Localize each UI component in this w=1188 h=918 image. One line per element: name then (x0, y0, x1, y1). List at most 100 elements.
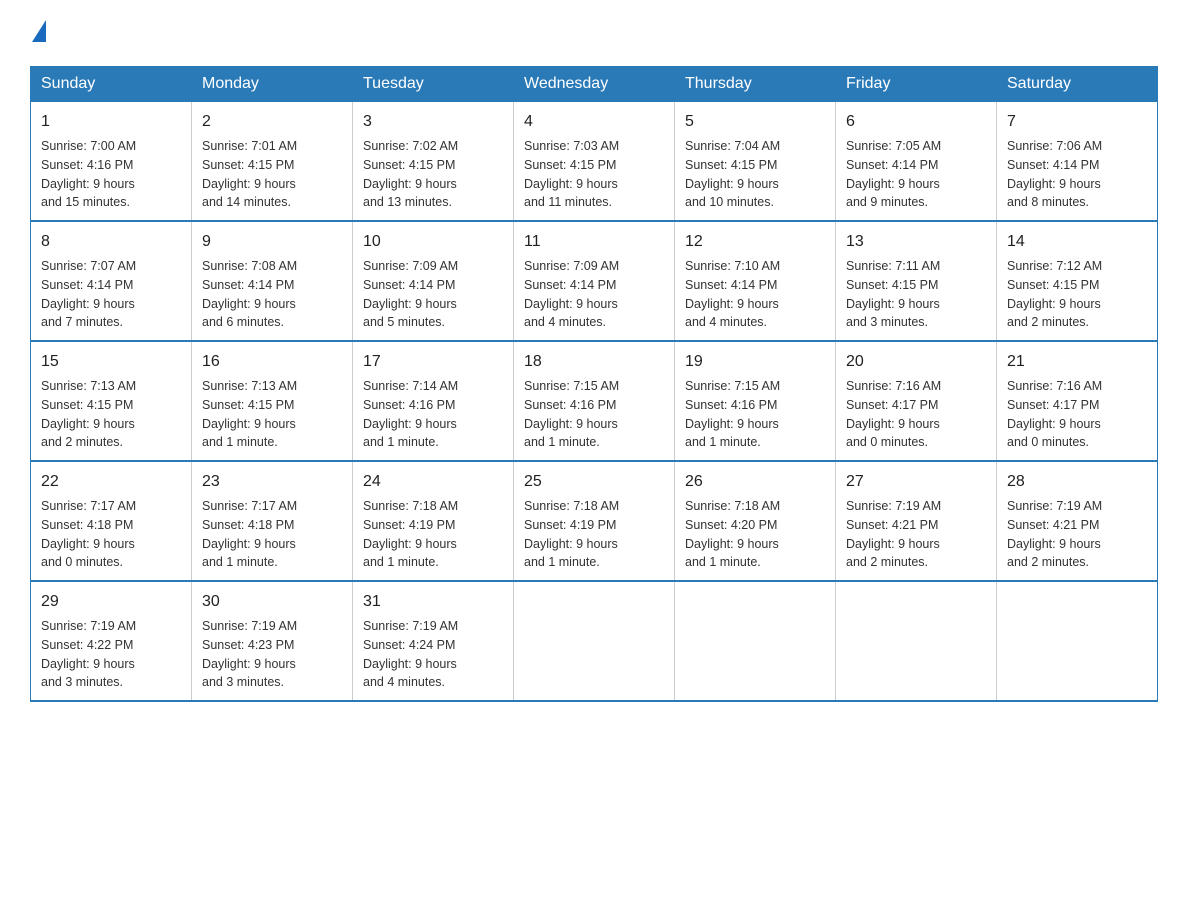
day-info: Sunrise: 7:18 AMSunset: 4:19 PMDaylight:… (363, 497, 503, 572)
header-day-wednesday: Wednesday (514, 67, 675, 102)
day-info: Sunrise: 7:18 AMSunset: 4:20 PMDaylight:… (685, 497, 825, 572)
calendar-cell: 19 Sunrise: 7:15 AMSunset: 4:16 PMDayligh… (675, 341, 836, 461)
day-number: 19 (685, 350, 825, 374)
calendar-cell: 11 Sunrise: 7:09 AMSunset: 4:14 PMDayligh… (514, 221, 675, 341)
calendar-cell: 10 Sunrise: 7:09 AMSunset: 4:14 PMDayligh… (353, 221, 514, 341)
day-number: 15 (41, 350, 181, 374)
calendar-cell: 4 Sunrise: 7:03 AMSunset: 4:15 PMDaylight… (514, 102, 675, 222)
day-number: 11 (524, 230, 664, 254)
calendar-cell: 31 Sunrise: 7:19 AMSunset: 4:24 PMDayligh… (353, 581, 514, 701)
calendar-cell (514, 581, 675, 701)
day-number: 27 (846, 470, 986, 494)
calendar-cell: 9Sunrise: 7:08 AMSunset: 4:14 PMDaylight… (192, 221, 353, 341)
day-info: Sunrise: 7:14 AMSunset: 4:16 PMDaylight:… (363, 377, 503, 452)
calendar-cell: 1 Sunrise: 7:00 AMSunset: 4:16 PMDaylight… (31, 102, 192, 222)
day-number: 1 (41, 110, 181, 134)
day-number: 6 (846, 110, 986, 134)
calendar-cell: 8Sunrise: 7:07 AMSunset: 4:14 PMDaylight… (31, 221, 192, 341)
day-info: Sunrise: 7:07 AMSunset: 4:14 PMDaylight:… (41, 257, 181, 332)
week-row-2: 8Sunrise: 7:07 AMSunset: 4:14 PMDaylight… (31, 221, 1158, 341)
day-info: Sunrise: 7:19 AMSunset: 4:22 PMDaylight:… (41, 617, 181, 692)
header-day-saturday: Saturday (997, 67, 1158, 102)
calendar-cell: 7 Sunrise: 7:06 AMSunset: 4:14 PMDaylight… (997, 102, 1158, 222)
day-info: Sunrise: 7:16 AMSunset: 4:17 PMDaylight:… (846, 377, 986, 452)
calendar-cell: 6 Sunrise: 7:05 AMSunset: 4:14 PMDaylight… (836, 102, 997, 222)
calendar-cell: 14 Sunrise: 7:12 AMSunset: 4:15 PMDayligh… (997, 221, 1158, 341)
day-info: Sunrise: 7:18 AMSunset: 4:19 PMDaylight:… (524, 497, 664, 572)
week-row-5: 29 Sunrise: 7:19 AMSunset: 4:22 PMDayligh… (31, 581, 1158, 701)
day-info: Sunrise: 7:13 AMSunset: 4:15 PMDaylight:… (202, 377, 342, 452)
calendar-cell: 3 Sunrise: 7:02 AMSunset: 4:15 PMDaylight… (353, 102, 514, 222)
day-info: Sunrise: 7:13 AMSunset: 4:15 PMDaylight:… (41, 377, 181, 452)
page-header (30, 20, 1158, 46)
calendar-table: SundayMondayTuesdayWednesdayThursdayFrid… (30, 66, 1158, 702)
day-info: Sunrise: 7:19 AMSunset: 4:21 PMDaylight:… (846, 497, 986, 572)
day-info: Sunrise: 7:05 AMSunset: 4:14 PMDaylight:… (846, 137, 986, 212)
day-number: 29 (41, 590, 181, 614)
calendar-cell: 22 Sunrise: 7:17 AMSunset: 4:18 PMDayligh… (31, 461, 192, 581)
calendar-cell: 18 Sunrise: 7:15 AMSunset: 4:16 PMDayligh… (514, 341, 675, 461)
logo-triangle-icon (32, 20, 46, 42)
calendar-cell (675, 581, 836, 701)
calendar-header: SundayMondayTuesdayWednesdayThursdayFrid… (31, 67, 1158, 102)
day-number: 4 (524, 110, 664, 134)
day-number: 10 (363, 230, 503, 254)
header-day-tuesday: Tuesday (353, 67, 514, 102)
day-info: Sunrise: 7:15 AMSunset: 4:16 PMDaylight:… (685, 377, 825, 452)
calendar-body: 1 Sunrise: 7:00 AMSunset: 4:16 PMDaylight… (31, 102, 1158, 702)
calendar-cell: 30Sunrise: 7:19 AMSunset: 4:23 PMDayligh… (192, 581, 353, 701)
day-number: 22 (41, 470, 181, 494)
day-info: Sunrise: 7:10 AMSunset: 4:14 PMDaylight:… (685, 257, 825, 332)
day-info: Sunrise: 7:15 AMSunset: 4:16 PMDaylight:… (524, 377, 664, 452)
day-number: 25 (524, 470, 664, 494)
day-number: 18 (524, 350, 664, 374)
calendar-cell: 27 Sunrise: 7:19 AMSunset: 4:21 PMDayligh… (836, 461, 997, 581)
day-number: 28 (1007, 470, 1147, 494)
day-number: 31 (363, 590, 503, 614)
day-info: Sunrise: 7:17 AMSunset: 4:18 PMDaylight:… (202, 497, 342, 572)
day-number: 21 (1007, 350, 1147, 374)
day-info: Sunrise: 7:09 AMSunset: 4:14 PMDaylight:… (363, 257, 503, 332)
header-day-thursday: Thursday (675, 67, 836, 102)
calendar-cell: 25 Sunrise: 7:18 AMSunset: 4:19 PMDayligh… (514, 461, 675, 581)
day-info: Sunrise: 7:12 AMSunset: 4:15 PMDaylight:… (1007, 257, 1147, 332)
day-info: Sunrise: 7:16 AMSunset: 4:17 PMDaylight:… (1007, 377, 1147, 452)
day-info: Sunrise: 7:02 AMSunset: 4:15 PMDaylight:… (363, 137, 503, 212)
day-number: 7 (1007, 110, 1147, 134)
calendar-cell: 28 Sunrise: 7:19 AMSunset: 4:21 PMDayligh… (997, 461, 1158, 581)
week-row-1: 1 Sunrise: 7:00 AMSunset: 4:16 PMDaylight… (31, 102, 1158, 222)
day-info: Sunrise: 7:19 AMSunset: 4:21 PMDaylight:… (1007, 497, 1147, 572)
day-number: 17 (363, 350, 503, 374)
day-number: 26 (685, 470, 825, 494)
day-info: Sunrise: 7:06 AMSunset: 4:14 PMDaylight:… (1007, 137, 1147, 212)
header-row: SundayMondayTuesdayWednesdayThursdayFrid… (31, 67, 1158, 102)
day-info: Sunrise: 7:17 AMSunset: 4:18 PMDaylight:… (41, 497, 181, 572)
day-number: 16 (202, 350, 342, 374)
logo (30, 20, 46, 46)
day-info: Sunrise: 7:01 AMSunset: 4:15 PMDaylight:… (202, 137, 342, 212)
calendar-cell: 17 Sunrise: 7:14 AMSunset: 4:16 PMDayligh… (353, 341, 514, 461)
day-number: 20 (846, 350, 986, 374)
calendar-cell: 29 Sunrise: 7:19 AMSunset: 4:22 PMDayligh… (31, 581, 192, 701)
day-info: Sunrise: 7:03 AMSunset: 4:15 PMDaylight:… (524, 137, 664, 212)
calendar-cell: 26 Sunrise: 7:18 AMSunset: 4:20 PMDayligh… (675, 461, 836, 581)
calendar-cell: 21 Sunrise: 7:16 AMSunset: 4:17 PMDayligh… (997, 341, 1158, 461)
calendar-cell: 24 Sunrise: 7:18 AMSunset: 4:19 PMDayligh… (353, 461, 514, 581)
day-number: 3 (363, 110, 503, 134)
day-number: 23 (202, 470, 342, 494)
calendar-cell: 13 Sunrise: 7:11 AMSunset: 4:15 PMDayligh… (836, 221, 997, 341)
day-info: Sunrise: 7:00 AMSunset: 4:16 PMDaylight:… (41, 137, 181, 212)
day-info: Sunrise: 7:09 AMSunset: 4:14 PMDaylight:… (524, 257, 664, 332)
calendar-cell: 20 Sunrise: 7:16 AMSunset: 4:17 PMDayligh… (836, 341, 997, 461)
calendar-cell: 15 Sunrise: 7:13 AMSunset: 4:15 PMDayligh… (31, 341, 192, 461)
day-number: 14 (1007, 230, 1147, 254)
day-number: 24 (363, 470, 503, 494)
day-number: 13 (846, 230, 986, 254)
day-info: Sunrise: 7:11 AMSunset: 4:15 PMDaylight:… (846, 257, 986, 332)
week-row-4: 22 Sunrise: 7:17 AMSunset: 4:18 PMDayligh… (31, 461, 1158, 581)
day-info: Sunrise: 7:19 AMSunset: 4:24 PMDaylight:… (363, 617, 503, 692)
day-number: 2 (202, 110, 342, 134)
calendar-cell: 2 Sunrise: 7:01 AMSunset: 4:15 PMDaylight… (192, 102, 353, 222)
day-info: Sunrise: 7:08 AMSunset: 4:14 PMDaylight:… (202, 257, 342, 332)
calendar-cell: 16 Sunrise: 7:13 AMSunset: 4:15 PMDayligh… (192, 341, 353, 461)
